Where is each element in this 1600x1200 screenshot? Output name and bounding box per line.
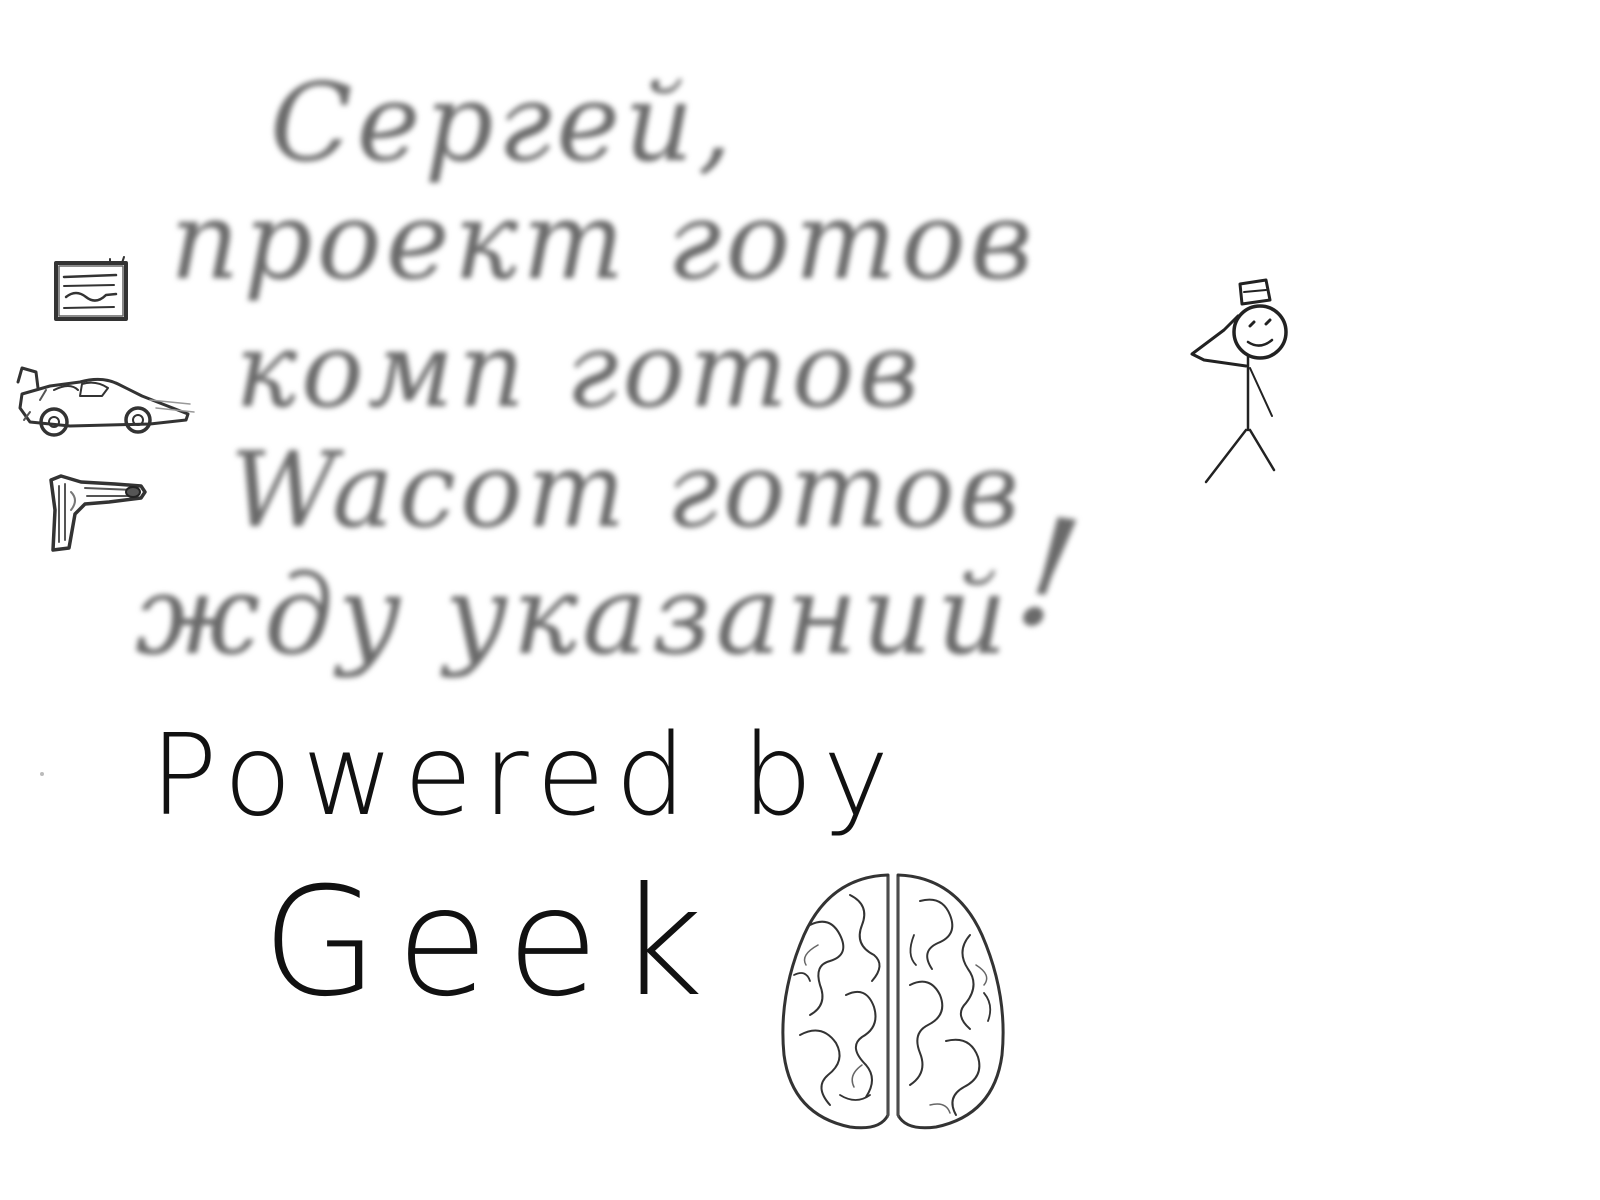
wacom-status-line: Wacom готов (230, 429, 1024, 551)
project-status-line: проект готов (170, 179, 1037, 304)
greeting-line: Сергей, (270, 61, 737, 186)
powered-by-signature: Powered by (150, 711, 900, 841)
saluting-stick-figure (1190, 278, 1288, 484)
stray-brush-dot (40, 772, 44, 776)
computer-status-line: комп готов (235, 309, 923, 431)
drawing-canvas: Сергей, проект готов комп готов Wacom го… (0, 0, 1600, 1200)
race-car-icon (16, 366, 195, 437)
waiting-line: жду указаний (135, 551, 1012, 679)
geek-signature: Geek (262, 856, 722, 1030)
stylus-pen-icon (49, 474, 147, 552)
brain-illustration (781, 873, 1005, 1130)
document-icon (54, 256, 128, 321)
